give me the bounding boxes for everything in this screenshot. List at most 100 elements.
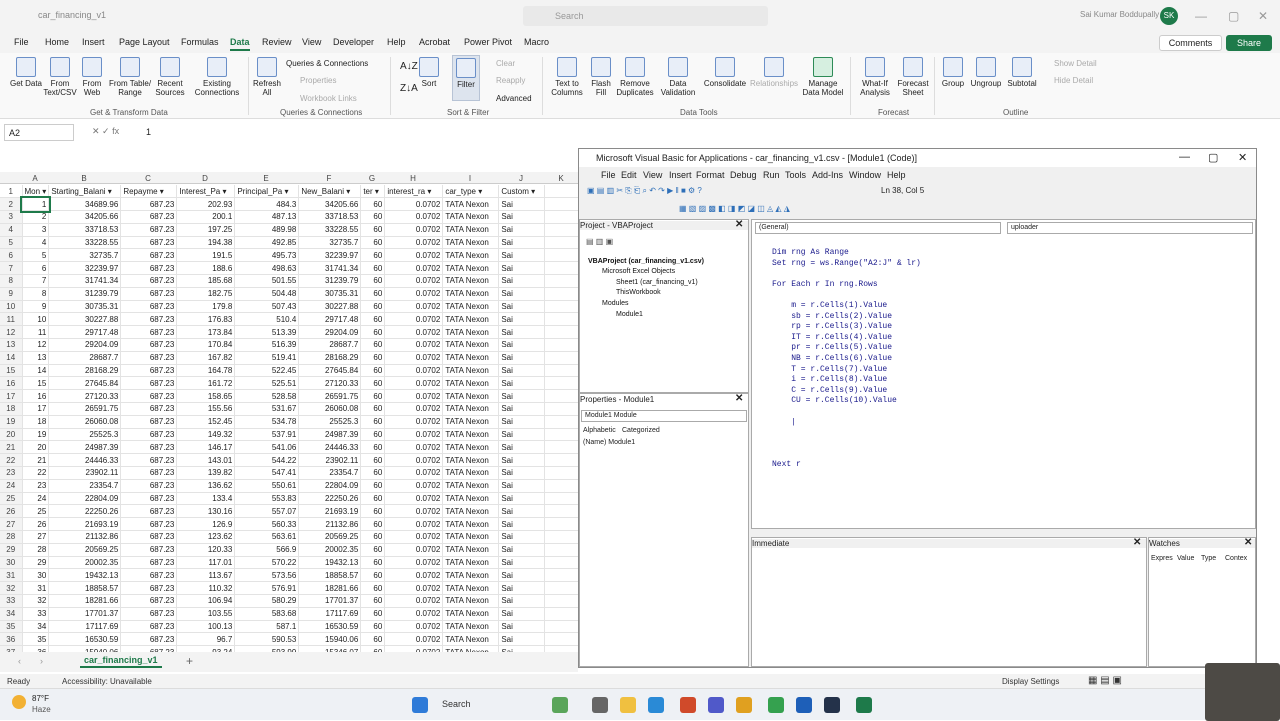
tab-macro[interactable]: Macro: [524, 37, 549, 47]
code-line[interactable]: [772, 290, 921, 301]
cell[interactable]: 687.23: [120, 632, 178, 647]
column-header[interactable]: K: [544, 174, 578, 183]
share-button[interactable]: Share: [1226, 35, 1272, 51]
add-sheet-icon[interactable]: +: [186, 654, 193, 668]
cell[interactable]: 182.75: [176, 287, 236, 301]
cell[interactable]: 687.23: [120, 300, 178, 314]
cell[interactable]: 507.43: [234, 300, 300, 314]
cell[interactable]: Sai: [498, 415, 546, 429]
cell[interactable]: 0.0702: [384, 428, 444, 442]
cell[interactable]: 29204.09: [298, 325, 362, 340]
cell[interactable]: 161.72: [176, 376, 236, 391]
cell[interactable]: Sai: [498, 556, 546, 570]
cell[interactable]: TATA Nexon: [442, 197, 500, 212]
code-line[interactable]: IT = r.Cells(4).Value: [772, 333, 921, 344]
menu-tools[interactable]: Tools: [785, 170, 806, 180]
cell[interactable]: 152.45: [176, 415, 236, 429]
column-header[interactable]: D: [176, 174, 234, 183]
row-header[interactable]: 17: [0, 389, 23, 404]
property-name-row[interactable]: (Name) Module1: [583, 439, 635, 446]
cell[interactable]: 0.0702: [384, 568, 444, 583]
cell[interactable]: 0.0702: [384, 453, 444, 468]
tab-categorized[interactable]: Categorized: [622, 427, 660, 434]
cell[interactable]: 587.1: [234, 620, 300, 634]
cell[interactable]: 0.0702: [384, 492, 444, 506]
workbook-links-button[interactable]: Workbook Links: [300, 94, 357, 103]
cell[interactable]: 176.83: [176, 312, 236, 327]
menu-file[interactable]: File: [601, 170, 616, 180]
cell[interactable]: TATA Nexon: [442, 479, 500, 493]
row-header[interactable]: 14: [0, 351, 23, 365]
cell[interactable]: 537.91: [234, 428, 300, 442]
cell[interactable]: 0.0702: [384, 351, 444, 365]
chrome-icon[interactable]: [736, 697, 752, 713]
row-header[interactable]: 16: [0, 376, 23, 391]
cell[interactable]: 20: [22, 440, 50, 455]
cell[interactable]: 0.0702: [384, 543, 444, 557]
cell[interactable]: 33718.53: [48, 223, 122, 237]
menu-run[interactable]: Run: [763, 170, 780, 180]
cell[interactable]: 22804.09: [298, 479, 362, 493]
cell[interactable]: 687.23: [120, 402, 178, 416]
cell[interactable]: Sai: [498, 300, 546, 314]
group-button[interactable]: Group: [938, 57, 968, 88]
cell[interactable]: 687.23: [120, 351, 178, 365]
cell[interactable]: 33228.55: [48, 236, 122, 250]
properties-button[interactable]: Properties: [300, 76, 336, 85]
vscode-icon[interactable]: [824, 697, 840, 713]
cell[interactable]: 31239.79: [48, 287, 122, 301]
consolidate-button[interactable]: Consolidate: [702, 57, 748, 88]
cell[interactable]: 30735.31: [48, 300, 122, 314]
comments-button[interactable]: Comments: [1159, 35, 1222, 51]
cell[interactable]: [544, 428, 580, 442]
cell[interactable]: 106.94: [176, 594, 236, 608]
cell[interactable]: [544, 607, 580, 621]
cell[interactable]: Sai: [498, 364, 546, 378]
cell[interactable]: 31741.34: [48, 274, 122, 288]
cell[interactable]: 0.0702: [384, 504, 444, 519]
row-header[interactable]: 29: [0, 543, 23, 557]
cell[interactable]: 0.0702: [384, 530, 444, 544]
cell[interactable]: 0.0702: [384, 466, 444, 480]
cell[interactable]: 18858.57: [48, 581, 122, 595]
from-web-button[interactable]: From Web: [76, 57, 108, 97]
cell[interactable]: 60: [360, 415, 386, 429]
cell[interactable]: 197.25: [176, 223, 236, 237]
cell[interactable]: [544, 402, 580, 416]
cell[interactable]: Sai: [498, 274, 546, 288]
cell[interactable]: 0.0702: [384, 620, 444, 634]
cell[interactable]: 33718.53: [298, 210, 362, 224]
cell[interactable]: 0.0702: [384, 274, 444, 288]
cell[interactable]: 23902.11: [48, 466, 122, 480]
cell[interactable]: Sai: [498, 223, 546, 237]
header-cell[interactable]: New_Balani ▾: [298, 185, 362, 199]
code-line[interactable]: For Each r In rng.Rows: [772, 280, 921, 291]
cell[interactable]: 687.23: [120, 428, 178, 442]
cell[interactable]: 60: [360, 632, 386, 647]
restore-icon[interactable]: ▢: [1228, 9, 1239, 23]
header-cell[interactable]: Repayme ▾: [120, 185, 178, 199]
cell[interactable]: [544, 504, 580, 519]
tree-module1[interactable]: Module1: [616, 311, 643, 318]
cell[interactable]: [544, 248, 580, 263]
code-line[interactable]: Next r: [772, 460, 921, 471]
cell[interactable]: 22804.09: [48, 492, 122, 506]
row-header[interactable]: 35: [0, 620, 23, 634]
forecast-sheet-button[interactable]: Forecast Sheet: [896, 57, 930, 97]
cell[interactable]: 60: [360, 351, 386, 365]
accessibility-status[interactable]: Accessibility: Unavailable: [62, 677, 152, 686]
cell[interactable]: 560.33: [234, 517, 300, 532]
cell[interactable]: [544, 479, 580, 493]
cell[interactable]: 19432.13: [298, 556, 362, 570]
cell[interactable]: 687.23: [120, 504, 178, 519]
cell[interactable]: 60: [360, 261, 386, 276]
column-header[interactable]: C: [120, 174, 176, 183]
cell[interactable]: 123.62: [176, 530, 236, 544]
cell[interactable]: 687.23: [120, 594, 178, 608]
row-header[interactable]: 34: [0, 607, 23, 621]
row-header[interactable]: 18: [0, 402, 23, 416]
tab-data[interactable]: Data: [230, 37, 250, 51]
cell[interactable]: 29717.48: [298, 312, 362, 327]
minimize-icon[interactable]: —: [1195, 9, 1207, 23]
cell[interactable]: 0.0702: [384, 300, 444, 314]
